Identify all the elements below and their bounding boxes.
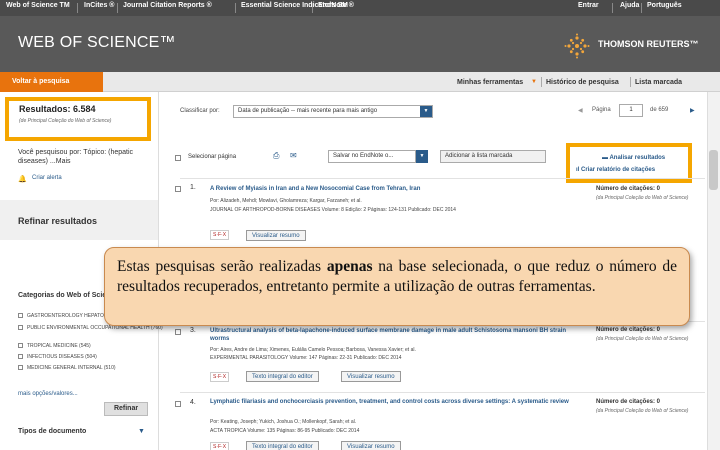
publisher-fulltext-button[interactable]: Texto integral do editor [246, 371, 319, 382]
record-checkbox[interactable] [175, 186, 181, 192]
topnav-separator [612, 3, 613, 13]
record-number: 3. [190, 327, 196, 334]
record-divider [180, 392, 705, 393]
topnav-separator [77, 3, 78, 13]
header-banner: WEB OF SCIENCE™ THOMSON REUTERS™ [0, 16, 720, 72]
topnav-incites[interactable]: InCites ® [84, 2, 114, 9]
save-endnote-select[interactable]: Salvar no EndNote o... [328, 150, 416, 163]
chevron-down-icon[interactable]: ▼ [138, 428, 145, 435]
record-authors: Por: Alizadeh, Mehdi; Mowlavi, Gholamrez… [210, 198, 362, 204]
thomson-reuters-logo-icon [564, 33, 590, 59]
citation-count[interactable]: Número de citações: 0 [596, 186, 660, 192]
refine-button[interactable]: Refinar [104, 402, 148, 416]
document-types-heading[interactable]: Tipos de documento [18, 428, 86, 435]
topnav-login[interactable]: Entrar [578, 2, 599, 9]
record-source: ACTA TROPICA Volume: 135 Páginas: 86-95 … [210, 428, 360, 434]
chevron-down-icon: ▼ [531, 79, 537, 85]
view-abstract-button[interactable]: Visualizar resumo [341, 371, 401, 382]
product-title[interactable]: WEB OF SCIENCE™ [18, 34, 176, 52]
back-to-search-button[interactable]: Voltar à pesquisa [0, 72, 103, 92]
topnav-web-of-science[interactable]: Web of Science TM [6, 2, 70, 9]
record-authors: Por: Keating, Joseph; Yukich, Joshua O.;… [210, 419, 357, 425]
chevron-down-icon[interactable]: ▼ [416, 150, 428, 163]
page-number-input[interactable]: 1 [619, 104, 643, 117]
create-alert-link[interactable]: Criar alerta [32, 175, 62, 181]
citation-count-source: (da Principal Coleção do Web of Science) [596, 195, 689, 201]
record-number: 4. [190, 399, 196, 406]
page-label: Página [592, 107, 611, 113]
previous-page-icon[interactable]: ◀ [578, 107, 583, 114]
refine-results-title: Refinar resultados [18, 216, 98, 226]
topnav-help[interactable]: Ajuda [620, 2, 639, 9]
sfx-icon[interactable]: S·F·X [210, 442, 230, 450]
more-options-link[interactable]: mais opções/valores... [18, 391, 78, 397]
topnav-separator [312, 3, 313, 13]
record-divider [180, 178, 705, 179]
citation-count[interactable]: Número de citações: 0 [596, 399, 660, 405]
results-count: Resultados: 6.584 [19, 104, 96, 114]
record-number: 1. [190, 184, 196, 191]
category-checkbox-item[interactable]: MEDICINE GENERAL INTERNAL (510) [18, 365, 116, 371]
sub-nav-bar: Voltar à pesquisa Minhas ferramentas ▼ H… [0, 72, 720, 92]
record-checkbox[interactable] [175, 401, 181, 407]
thomson-reuters-brand: THOMSON REUTERS™ [598, 39, 699, 49]
view-abstract-button[interactable]: Visualizar resumo [246, 230, 306, 241]
add-to-marked-list-button[interactable]: Adicionar à lista marcada [440, 150, 546, 163]
publisher-fulltext-button[interactable]: Texto integral do editor [246, 441, 319, 450]
annotation-callout: Estas pesquisas serão realizadas apenas … [104, 247, 690, 326]
category-checkbox-item[interactable]: INFECTIOUS DISEASES (504) [18, 354, 97, 360]
callout-text: Estas pesquisas serão realizadas apenas … [117, 258, 677, 295]
analysis-tools-highlight [566, 143, 692, 183]
citation-count-source: (da Principal Coleção do Web of Science) [596, 336, 689, 342]
record-authors: Por: Aires, Andre de Lima; Ximenes, Eulá… [210, 347, 416, 353]
category-checkbox-item[interactable]: TROPICAL MEDICINE (545) [18, 343, 91, 349]
sort-select[interactable]: Data de publicação -- mais recente para … [233, 105, 433, 118]
search-history-link[interactable]: Histórico de pesquisa [546, 79, 619, 86]
sfx-icon[interactable]: S·F·X [210, 372, 230, 382]
record-title-link[interactable]: A Review of Myiasis in Iran and a New No… [210, 185, 580, 193]
print-icon[interactable]: ⎙ [273, 151, 279, 161]
record-source: EXPERIMENTAL PARASITOLOGY Volume: 147 Pá… [210, 355, 402, 361]
next-page-icon[interactable]: ▶ [690, 107, 695, 114]
record-checkbox[interactable] [175, 329, 181, 335]
topnav-endnote[interactable]: EndNote ® [318, 2, 354, 9]
subnav-separator [630, 77, 631, 87]
marked-list-link[interactable]: Lista marcada [635, 79, 682, 86]
sfx-icon[interactable]: S·F·X [210, 230, 230, 240]
topnav-jcr[interactable]: Journal Citation Reports ® [123, 2, 212, 9]
citation-report-link[interactable]: ıl Criar relatório de citações [576, 167, 655, 173]
subnav-separator [541, 77, 542, 87]
topnav-separator [641, 3, 642, 13]
analyze-results-link[interactable]: ▬ Analisar resultados [602, 155, 665, 161]
refine-results-header: Refinar resultados [0, 200, 158, 240]
topnav-separator [235, 3, 236, 13]
view-abstract-button[interactable]: Visualizar resumo [341, 441, 401, 450]
chevron-down-icon: ▼ [420, 106, 432, 117]
record-source: JOURNAL OF ARTHROPOD-BORNE DISEASES Volu… [210, 207, 456, 213]
citation-count-source: (da Principal Coleção do Web of Science) [596, 408, 689, 414]
record-title-link[interactable]: Lymphatic filariasis and onchocerciasis … [210, 398, 580, 406]
email-icon[interactable]: ✉ [290, 151, 297, 160]
select-page-checkbox[interactable] [175, 155, 181, 161]
scrollbar-thumb[interactable] [709, 150, 718, 190]
page-scrollbar[interactable] [707, 92, 720, 450]
sort-label: Classificar por: [180, 108, 220, 114]
select-page-label: Selecionar página [188, 154, 237, 160]
top-nav-bar: Web of Science TM InCites ® Journal Cita… [0, 0, 720, 16]
my-tools-menu[interactable]: Minhas ferramentas [457, 79, 523, 86]
topnav-language[interactable]: Português [647, 2, 682, 9]
topnav-separator [117, 3, 118, 13]
record-title-link[interactable]: Ultrastructural analysis of beta-lapacho… [210, 327, 585, 343]
results-source-collection: (de Principal Coleção do Web of Science) [19, 118, 112, 124]
searched-for[interactable]: Você pesquisou por: Tópico: (hepatic dis… [18, 148, 148, 166]
bell-icon: 🔔 [18, 176, 27, 183]
page-total: de 659 [650, 107, 669, 113]
citation-count[interactable]: Número de citações: 0 [596, 327, 660, 333]
